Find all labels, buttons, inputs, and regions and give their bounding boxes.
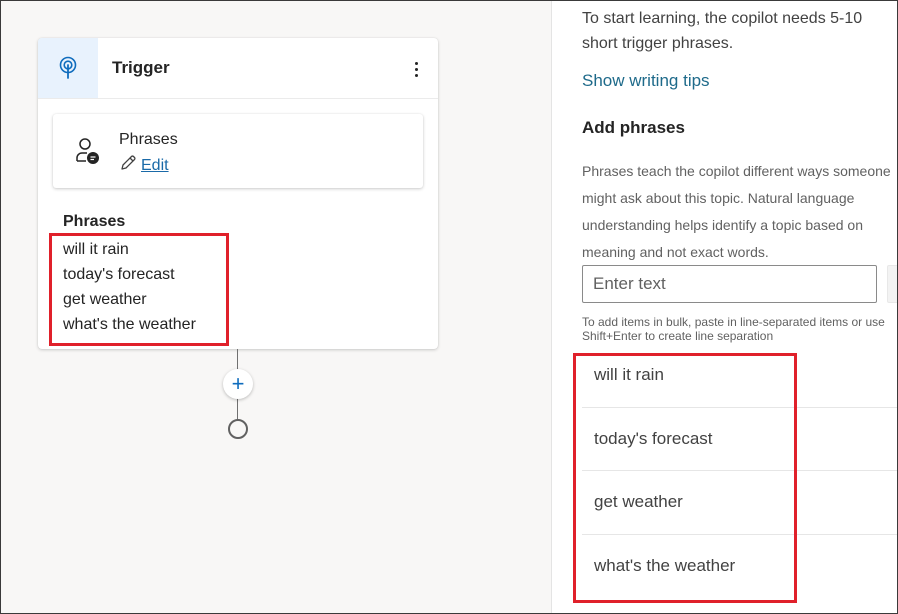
- panel-intro-text: To start learning, the copilot needs 5-1…: [582, 10, 863, 52]
- add-node-button[interactable]: +: [223, 369, 253, 399]
- description-line: Phrases teach the copilot different ways…: [582, 163, 891, 179]
- more-vertical-icon[interactable]: [406, 54, 426, 84]
- trigger-icon: [38, 38, 98, 98]
- edit-link-label: Edit: [141, 156, 169, 174]
- list-item[interactable]: today's forecast: [582, 408, 898, 471]
- list-item[interactable]: what's the weather: [582, 535, 898, 599]
- authoring-canvas: Trigger Phrases Edit Phrases will it rai…: [0, 0, 551, 614]
- list-item: get weather: [63, 291, 147, 308]
- plus-icon: +: [231, 371, 245, 396]
- list-item: will it rain: [63, 241, 129, 258]
- list-item[interactable]: get weather: [582, 471, 898, 535]
- phrases-trigger-card[interactable]: Phrases Edit: [53, 114, 423, 188]
- add-phrases-description: Phrases teach the copilot different ways…: [582, 158, 898, 266]
- phrases-heading: Phrases: [63, 213, 126, 230]
- trigger-title: Trigger: [112, 58, 170, 77]
- description-line: might ask about this topic. Natural lang…: [582, 190, 855, 206]
- trigger-card-header: Trigger: [38, 38, 438, 99]
- trigger-phrase-list: will it rain today's forecast get weathe…: [63, 237, 196, 337]
- edit-phrases-link[interactable]: Edit: [119, 154, 169, 177]
- description-line: understanding helps identify a topic bas…: [582, 217, 863, 233]
- description-line: meaning and not exact words.: [582, 244, 769, 260]
- add-phrases-heading: Add phrases: [582, 118, 685, 137]
- show-writing-tips-link[interactable]: Show writing tips: [582, 71, 710, 91]
- enter-phrase-input[interactable]: [582, 265, 877, 303]
- trigger-node-card[interactable]: Trigger Phrases Edit Phrases will it rai…: [38, 38, 438, 349]
- hint-line: Shift+Enter to create line separation: [582, 329, 774, 343]
- person-chat-icon: [73, 136, 103, 166]
- list-item[interactable]: will it rain: [582, 344, 898, 408]
- trigger-properties-panel: To start learning, the copilot needs 5-1…: [551, 0, 898, 614]
- add-phrase-button[interactable]: [887, 265, 898, 303]
- panel-phrase-list: will it rain today's forecast get weathe…: [582, 344, 898, 598]
- list-item: today's forecast: [63, 266, 175, 283]
- bulk-add-hint: To add items in bulk, paste in line-sepa…: [582, 315, 898, 343]
- hint-line: To add items in bulk, paste in line-sepa…: [582, 315, 885, 329]
- list-item: what's the weather: [63, 316, 196, 333]
- phrases-card-title: Phrases: [119, 131, 178, 148]
- pencil-icon: [119, 154, 137, 177]
- end-node-circle: [228, 419, 248, 439]
